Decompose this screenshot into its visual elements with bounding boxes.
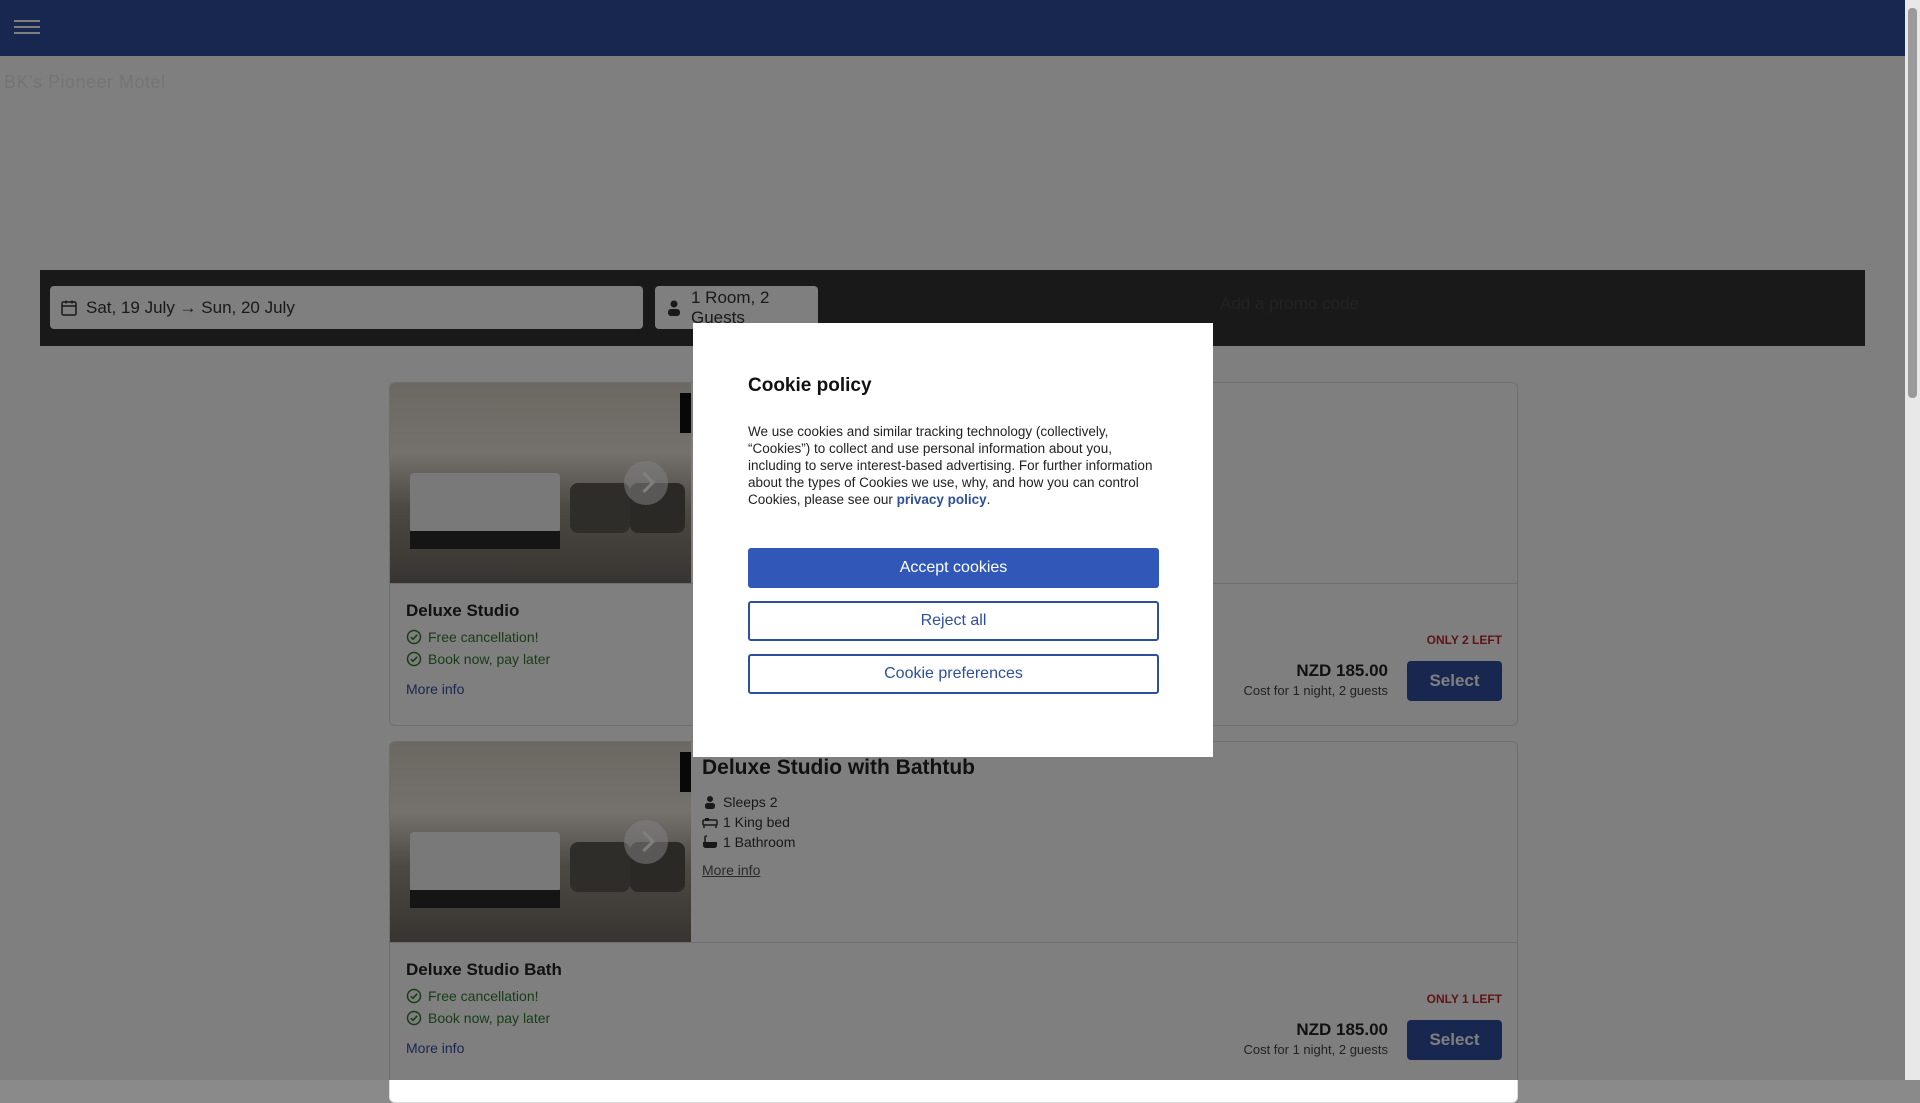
dialog-body: We use cookies and similar tracking tech… [748, 423, 1158, 508]
scrollbar-thumb[interactable] [1908, 8, 1917, 398]
page-scrollbar[interactable] [1905, 0, 1920, 1080]
reject-all-button[interactable]: Reject all [748, 601, 1159, 641]
cookie-preferences-button[interactable]: Cookie preferences [748, 654, 1159, 694]
cookie-policy-dialog: Cookie policy We use cookies and similar… [693, 323, 1213, 757]
accept-cookies-button[interactable]: Accept cookies [748, 548, 1159, 588]
dialog-title: Cookie policy [748, 375, 872, 396]
dialog-body-end: . [986, 492, 991, 507]
privacy-policy-link[interactable]: privacy policy [897, 492, 987, 507]
